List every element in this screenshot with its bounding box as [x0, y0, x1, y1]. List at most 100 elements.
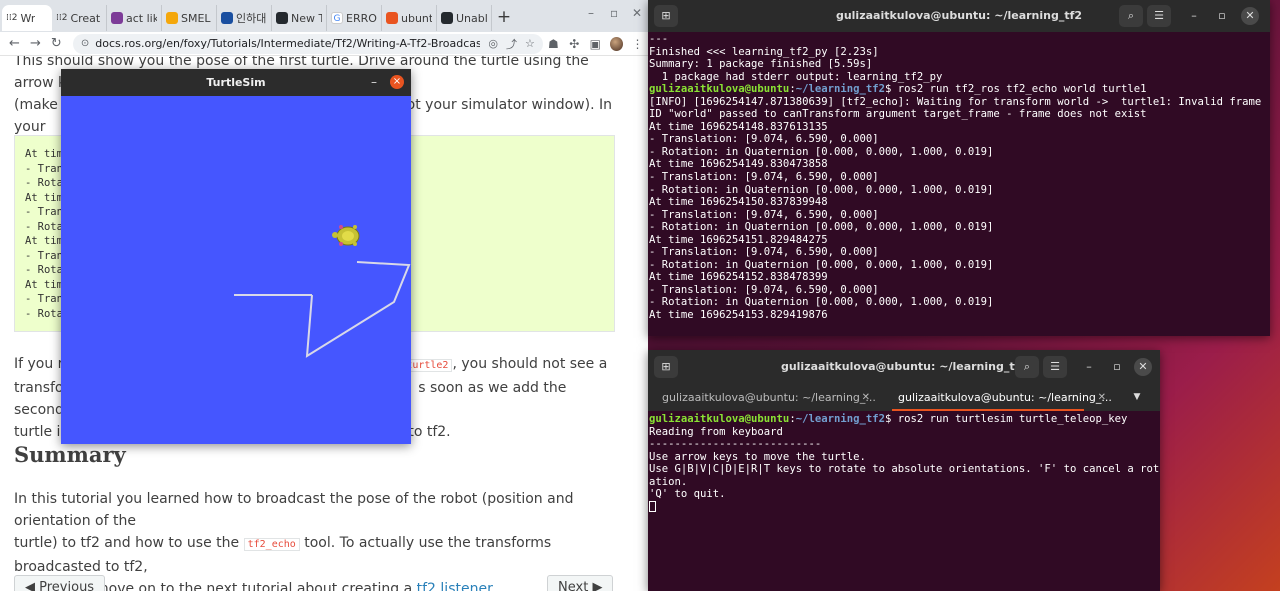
site-info-icon[interactable]: ⊙	[81, 38, 89, 49]
terminal-window-1[interactable]: gulizaaitkulova@ubuntu: ~/learning_tf2 ⊞…	[648, 0, 1270, 336]
output-text: - Rotation: in Quaternion [0.000, 0.000,…	[649, 221, 994, 234]
prompt-user: gulizaaitkulova@ubuntu	[649, 83, 790, 96]
slack-icon	[111, 12, 123, 24]
browser-menu-icon[interactable]: ⋮	[627, 37, 648, 51]
hamburger-menu-icon[interactable]: ☰	[1043, 356, 1067, 378]
close-icon[interactable]: ✕	[1241, 7, 1259, 25]
terminal-line: Use arrow keys to move the turtle.	[649, 451, 1160, 464]
minimize-icon[interactable]: –	[588, 6, 594, 20]
output-text: - Translation: [9.074, 6.590, 0.000]	[649, 283, 879, 296]
browser-tab[interactable]: act lik	[107, 5, 162, 31]
close-tab-icon[interactable]: ✕	[1098, 384, 1106, 411]
terminal-line: 1 package had stderr output: learning_tf…	[649, 71, 1270, 84]
extensions-puzzle-icon[interactable]: ✣	[564, 37, 585, 51]
terminal-line: ---	[649, 33, 1270, 46]
tab-label: Unabl	[456, 11, 487, 25]
browser-tab[interactable]: G ERRO	[327, 5, 382, 31]
output-text: - Rotation: in Quaternion [0.000, 0.000,…	[649, 258, 994, 271]
close-icon[interactable]: ✕	[632, 6, 642, 20]
terminal-line: 'Q' to quit.	[649, 488, 1160, 501]
address-bar[interactable]: ⊙ docs.ros.org/en/foxy/Tutorials/Interme…	[72, 33, 543, 54]
hamburger-menu-icon[interactable]: ☰	[1147, 5, 1171, 27]
tab-group-marker: ⁞⁞2	[56, 13, 68, 23]
terminal-line: - Rotation: in Quaternion [0.000, 0.000,…	[649, 259, 1270, 272]
output-text: - Translation: [9.074, 6.590, 0.000]	[649, 133, 879, 146]
forward-button[interactable]: →	[25, 36, 46, 51]
minimize-icon[interactable]: –	[1080, 358, 1098, 376]
new-tab-icon[interactable]: ⊞	[654, 5, 678, 27]
minimize-icon[interactable]: –	[1185, 7, 1203, 25]
terminal-window-2[interactable]: gulizaaitkulova@ubuntu: ~/learning_tf2 ⊞…	[648, 350, 1160, 591]
tab-label: act lik	[126, 11, 157, 25]
tab-label: New T	[291, 11, 322, 25]
terminal-line: ation.	[649, 476, 1160, 489]
terminal-title: gulizaaitkulova@ubuntu: ~/learning_tf2	[780, 360, 1028, 373]
terminal-output[interactable]: gulizaaitkulova@ubuntu:~/learning_tf2$ r…	[648, 411, 1160, 591]
browser-tab[interactable]: ⁞⁞2 Wr	[2, 5, 52, 31]
output-text: Use G|B|V|C|D|E|R|T keys to rotate to ab…	[649, 463, 1160, 476]
output-text: - Rotation: in Quaternion [0.000, 0.000,…	[649, 145, 994, 158]
next-button[interactable]: Next ▶	[547, 575, 614, 591]
command-text: $ ros2 run turtlesim turtle_teleop_key	[885, 413, 1128, 425]
output-text: At time 1696254151.829484275	[649, 233, 828, 246]
extension-android-icon[interactable]: ☗	[543, 37, 564, 51]
output-text: Use arrow keys to move the turtle.	[649, 450, 866, 463]
terminal-tab[interactable]: gulizaaitkulova@ubuntu: ~/learning_... ✕	[648, 384, 884, 411]
terminal-tab[interactable]: gulizaaitkulova@ubuntu: ~/learning_... ✕	[884, 384, 1120, 411]
prompt-path: ~/learning_tf2	[795, 83, 886, 96]
close-tab-icon[interactable]: ✕	[862, 384, 870, 411]
minimize-icon[interactable]: –	[371, 69, 377, 96]
tab-label: Creat	[70, 11, 101, 25]
browser-toolbar: ← → ↻ ⊙ docs.ros.org/en/foxy/Tutorials/I…	[0, 32, 648, 56]
terminal-line	[649, 500, 1160, 514]
new-tab-icon[interactable]: ⊞	[654, 356, 678, 378]
turtlesim-window[interactable]: TurtleSim – ×	[61, 69, 411, 444]
output-text: ID "world" passed to canTransform argume…	[649, 108, 1147, 121]
tf2-listener-link[interactable]: tf2 listener	[417, 581, 492, 591]
chevron-down-icon[interactable]: ▼	[1122, 384, 1152, 411]
close-icon[interactable]: ✕	[1134, 358, 1152, 376]
output-text: At time 1696254148.837613135	[649, 120, 828, 133]
tab-label: ubunt	[401, 11, 432, 25]
previous-label: Previous	[39, 580, 95, 591]
tab-label: ERRO	[346, 11, 377, 25]
github-icon	[276, 12, 288, 24]
maximize-icon[interactable]: ▫	[1108, 358, 1126, 376]
ubuntu-icon	[386, 12, 398, 24]
turtlesim-title: TurtleSim	[61, 69, 411, 96]
maximize-icon[interactable]: ▫	[1213, 7, 1231, 25]
terminal-line: [INFO] [1696254147.871380639] [tf2_echo]…	[649, 96, 1270, 109]
browser-tab[interactable]: ubunt	[382, 5, 437, 31]
terminal-output[interactable]: --- Finished <<< learning_tf2_py [2.23s] S…	[648, 32, 1270, 336]
search-icon[interactable]: ⌕	[1119, 5, 1143, 27]
reload-button[interactable]: ↻	[46, 36, 67, 51]
previous-button[interactable]: ◀ Previous	[14, 575, 106, 591]
text-fragment: to tf2.	[408, 424, 451, 440]
browser-tab[interactable]: New T	[272, 5, 327, 31]
browser-tab[interactable]: 인하대	[217, 5, 272, 31]
browser-tab[interactable]: SMEL	[162, 5, 217, 31]
browser-tab[interactable]: Unabl	[437, 5, 492, 31]
search-icon[interactable]: ⌕	[1015, 356, 1039, 378]
lens-icon[interactable]: ◎	[488, 37, 498, 50]
new-tab-button[interactable]: +	[492, 5, 516, 31]
profile-avatar[interactable]	[609, 36, 624, 51]
browser-tab[interactable]: ⁞⁞2 Creat	[52, 5, 107, 31]
bookmark-star-icon[interactable]: ☆	[525, 37, 535, 50]
prompt-path: ~/learning_tf2	[795, 413, 886, 425]
terminal-line: At time 1696254153.829419876	[649, 309, 1270, 322]
close-icon[interactable]: ×	[390, 75, 404, 89]
terminal-tab-bar: gulizaaitkulova@ubuntu: ~/learning_... ✕ g…	[648, 384, 1160, 411]
output-text: At time 1696254153.829419876	[649, 309, 828, 322]
side-panel-icon[interactable]: ▣	[585, 37, 606, 51]
inha-icon	[221, 12, 233, 24]
terminal-line: - Rotation: in Quaternion [0.000, 0.000,…	[649, 184, 1270, 197]
tab-label: Wr	[20, 11, 36, 25]
output-text: ---	[649, 33, 669, 45]
browser-window: ⁞⁞2 Wr ⁞⁞2 Creat act lik SMEL 인하대 New T G ERRO ubu…	[0, 0, 648, 591]
github-icon	[441, 12, 453, 24]
share-icon[interactable]: ⤴	[506, 36, 517, 52]
maximize-icon[interactable]: ▫	[610, 6, 618, 20]
terminal-line: ---------------------------	[649, 438, 1160, 451]
back-button[interactable]: ←	[4, 36, 25, 51]
